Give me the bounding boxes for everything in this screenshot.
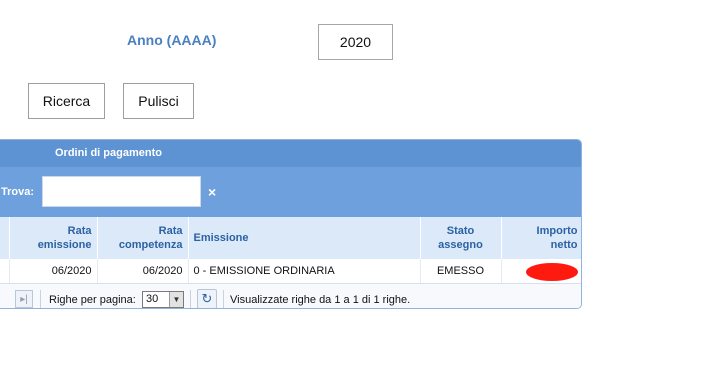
rows-per-page-value: 30 xyxy=(146,293,159,305)
cell-importo-netto xyxy=(501,259,581,283)
cell-rata-competenza: 06/2020 xyxy=(97,259,189,283)
pager: ▸| Righe per pagina: 30 ▼ ↻ Visualizzate… xyxy=(0,283,581,308)
column-header-selector xyxy=(0,217,10,259)
column-header-importo-netto[interactable]: Importo netto xyxy=(501,217,581,259)
year-label: Anno (AAAA) xyxy=(127,32,217,48)
year-input[interactable]: 2020 xyxy=(318,24,393,60)
column-header-emissione[interactable]: Emissione xyxy=(188,217,421,259)
pager-divider xyxy=(40,290,41,308)
payment-orders-table: Rata emissione Rata competenza Emissione S… xyxy=(0,217,581,283)
refresh-icon[interactable]: ↻ xyxy=(197,289,217,308)
last-page-icon[interactable]: ▸| xyxy=(15,290,33,308)
search-button[interactable]: Ricerca xyxy=(28,83,105,119)
cell-rata-emissione: 06/2020 xyxy=(9,259,98,283)
redaction-mark xyxy=(525,263,578,281)
pager-divider xyxy=(190,290,191,308)
column-header-rata-competenza[interactable]: Rata competenza xyxy=(97,217,189,259)
find-input[interactable] xyxy=(42,176,201,207)
panel-title: Ordini di pagamento xyxy=(0,140,581,167)
table-row[interactable]: 06/2020 06/2020 0 - EMISSIONE ORDINARIA … xyxy=(0,259,581,283)
payment-orders-panel: Ordini di pagamento Trova: × Rata emissio… xyxy=(0,139,582,309)
chevron-down-icon[interactable]: ▼ xyxy=(169,292,183,307)
find-label: Trova: xyxy=(1,186,35,198)
find-bar: Trova: × xyxy=(0,167,581,217)
column-header-stato-assegno[interactable]: Stato assegno xyxy=(420,217,502,259)
pager-divider xyxy=(223,290,224,308)
cell-stato-assegno: EMESSO xyxy=(420,259,502,283)
clear-button[interactable]: Pulisci xyxy=(123,83,194,119)
rows-per-page-select[interactable]: 30 ▼ xyxy=(142,291,184,308)
rows-per-page-label: Righe per pagina: xyxy=(49,294,136,306)
table-header-row: Rata emissione Rata competenza Emissione S… xyxy=(0,217,581,259)
column-header-rata-emissione[interactable]: Rata emissione xyxy=(9,217,98,259)
row-selector-cell xyxy=(0,259,10,283)
cell-emissione: 0 - EMISSIONE ORDINARIA xyxy=(188,259,421,283)
pager-info: Visualizzate righe da 1 a 1 di 1 righe. xyxy=(230,294,411,306)
clear-search-icon[interactable]: × xyxy=(208,184,216,200)
